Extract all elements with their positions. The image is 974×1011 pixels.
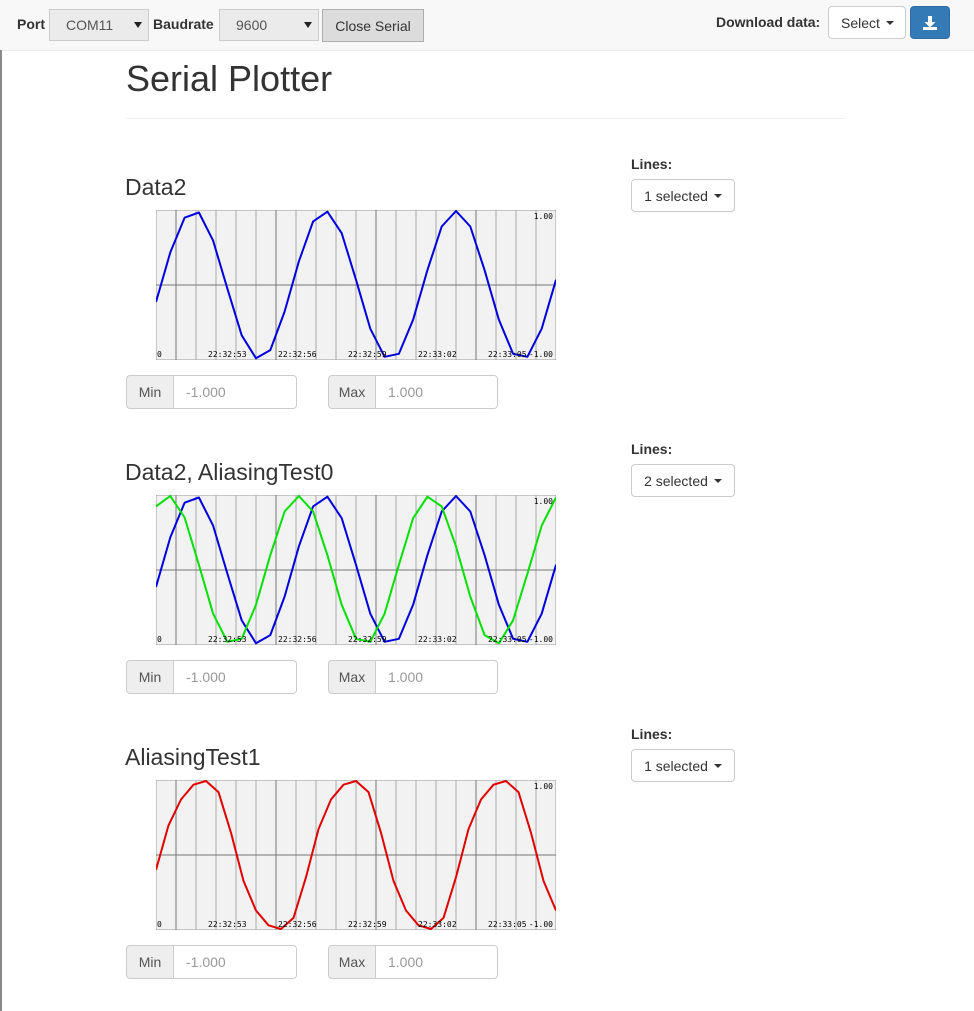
- y-min-label: -1.00: [529, 635, 553, 644]
- x-tick-label: 22:32:53: [208, 920, 247, 929]
- x-tick-label: 22:33:02: [418, 350, 457, 359]
- min-input-group: Min -1.000: [126, 945, 297, 979]
- y-min-label: -1.00: [529, 920, 553, 929]
- max-input[interactable]: 1.000: [376, 945, 498, 979]
- baudrate-label: Baudrate: [153, 16, 214, 32]
- x-tick-label: 22:32:59: [348, 920, 387, 929]
- max-input[interactable]: 1.000: [376, 375, 498, 409]
- x-tick-label: 22:33:05: [488, 635, 527, 644]
- min-input[interactable]: -1.000: [174, 945, 297, 979]
- download-data-label: Download data:: [716, 14, 821, 30]
- max-input-group: Max 1.000: [328, 660, 498, 694]
- lines-label: Lines:: [631, 441, 673, 457]
- min-input[interactable]: -1.000: [174, 375, 297, 409]
- min-input-group: Min -1.000: [126, 660, 297, 694]
- x-tick-label: 22:32:59: [348, 635, 387, 644]
- x-tick-label: 22:32:56: [278, 635, 317, 644]
- lines-label: Lines:: [631, 156, 673, 172]
- min-label: Min: [126, 375, 174, 409]
- baudrate-select[interactable]: 9600: [219, 9, 319, 41]
- min-label: Min: [126, 660, 174, 694]
- plot-title: Data2: [125, 174, 187, 200]
- baudrate-value: 9600: [236, 17, 268, 33]
- y-max-label: 1.00: [534, 212, 553, 221]
- caret-down-icon: [713, 193, 722, 198]
- download-format-value: Select: [841, 14, 880, 31]
- close-serial-button[interactable]: Close Serial: [322, 9, 424, 42]
- plot-section: Data2, AliasingTest0 Lines: 2 selected 1.00…: [0, 435, 974, 720]
- plot-title: AliasingTest1: [125, 744, 261, 770]
- max-input-group: Max 1.000: [328, 945, 498, 979]
- x-tick-label: 22:32:59: [348, 350, 387, 359]
- x-tick-label: 22:33:02: [418, 920, 457, 929]
- x-tick-label: 22:32:53: [208, 350, 247, 359]
- lines-selected-text: 1 selected: [644, 187, 708, 204]
- caret-down-icon: [713, 478, 722, 483]
- y-min-label: -1.00: [529, 350, 553, 359]
- x-tick-label: 0: [157, 920, 162, 929]
- x-tick-label: 22:33:05: [488, 350, 527, 359]
- x-tick-label: 22:33:02: [418, 635, 457, 644]
- port-value: COM11: [66, 17, 114, 33]
- x-tick-label: 0: [157, 635, 162, 644]
- download-button[interactable]: [910, 6, 950, 39]
- max-label: Max: [328, 660, 376, 694]
- plot-section: AliasingTest1 Lines: 1 selected 1.00 -1.00 0 2…: [0, 720, 974, 1005]
- max-input-group: Max 1.000: [328, 375, 498, 409]
- x-tick-label: 22:32:56: [278, 350, 317, 359]
- caret-down-icon: [713, 763, 722, 768]
- plot-chart: 1.00 -1.00 0 22:32:53 22:32:56 22:32:59 22:33:…: [156, 780, 556, 930]
- lines-selected-text: 1 selected: [644, 757, 708, 774]
- y-max-label: 1.00: [534, 782, 553, 791]
- lines-select-button[interactable]: 2 selected: [631, 464, 735, 497]
- max-label: Max: [328, 945, 376, 979]
- x-tick-label: 0: [157, 350, 162, 359]
- title-divider: [126, 118, 846, 119]
- lines-select-button[interactable]: 1 selected: [631, 179, 735, 212]
- plot-chart: 1.00 -1.00 0 22:32:53 22:32:56 22:32:59 22:33:…: [156, 210, 556, 360]
- plot-title: Data2, AliasingTest0: [125, 459, 334, 485]
- chevron-down-icon: [304, 22, 312, 28]
- serial-toolbar: Port COM11 Baudrate 9600 Close Serial Do…: [0, 0, 974, 51]
- min-label: Min: [126, 945, 174, 979]
- plot-chart: 1.00 -1.00 0 22:32:53 22:32:56 22:32:59 22:33:…: [156, 495, 556, 645]
- port-select[interactable]: COM11: [49, 9, 149, 41]
- page-title: Serial Plotter: [126, 58, 333, 99]
- chevron-down-icon: [134, 22, 142, 28]
- lines-selected-text: 2 selected: [644, 472, 708, 489]
- lines-select-button[interactable]: 1 selected: [631, 749, 735, 782]
- min-input[interactable]: -1.000: [174, 660, 297, 694]
- max-input[interactable]: 1.000: [376, 660, 498, 694]
- port-label: Port: [17, 16, 45, 32]
- caret-down-icon: [885, 20, 894, 25]
- x-tick-label: 22:33:05: [488, 920, 527, 929]
- min-input-group: Min -1.000: [126, 375, 297, 409]
- lines-label: Lines:: [631, 726, 673, 742]
- download-icon: [923, 15, 937, 30]
- y-max-label: 1.00: [534, 497, 553, 506]
- x-tick-label: 22:32:53: [208, 635, 247, 644]
- x-tick-label: 22:32:56: [278, 920, 317, 929]
- plot-section: Data2 Lines: 1 selected 1.00 -1.00 0 22:32:53 2…: [0, 150, 974, 435]
- max-label: Max: [328, 375, 376, 409]
- download-format-select[interactable]: Select: [828, 6, 906, 39]
